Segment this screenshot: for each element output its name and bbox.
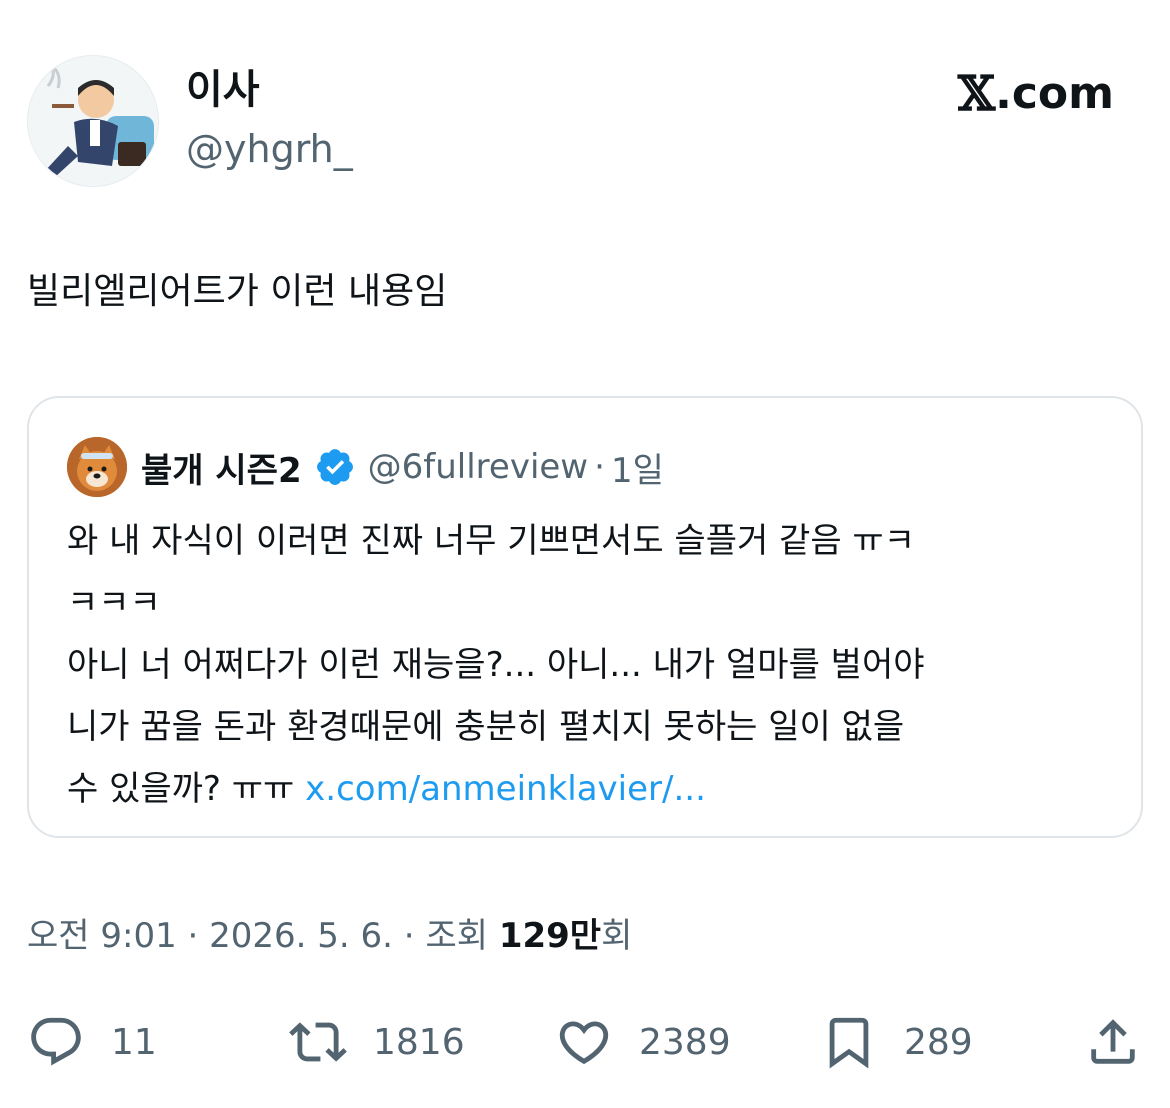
avatar-illustration xyxy=(28,56,158,186)
tweet-text: 빌리엘리어트가 이런 내용임 xyxy=(27,271,448,312)
verified-badge-icon xyxy=(316,449,353,485)
views-label: 조회 xyxy=(425,916,499,956)
like-count: 2389 xyxy=(639,1021,731,1063)
quote-text-last-line: 수 있을까? ㅠㅠ x.com/anmeinklavier/... xyxy=(67,758,1117,820)
author-name[interactable]: 이사 xyxy=(186,64,260,116)
bookmark-button[interactable]: 289 xyxy=(820,1008,973,1076)
retweet-count: 1816 xyxy=(373,1021,465,1063)
meta-separator: · xyxy=(393,916,426,956)
x-logo-icon: 𝕏 xyxy=(957,66,996,122)
quoted-tweet-card[interactable]: 불개 시즌2 @6fullreview · 1일 와 내 자식이 이러면 진짜 … xyxy=(27,396,1143,838)
like-button[interactable]: 2389 xyxy=(555,1008,731,1076)
retweet-icon xyxy=(289,1022,347,1062)
author-avatar[interactable] xyxy=(27,55,159,187)
quote-timestamp[interactable]: 1일 xyxy=(611,443,664,492)
share-button[interactable] xyxy=(1084,1008,1142,1076)
heart-icon xyxy=(559,1021,609,1065)
tweet-time[interactable]: 오전 9:01 xyxy=(27,916,177,956)
quote-text-line: 니가 꿈을 돈과 환경때문에 충분히 펼치지 못하는 일이 없을 xyxy=(67,707,905,747)
quote-text-line: 와 내 자식이 이러면 진짜 너무 기쁘면서도 슬플거 같음 ㅠㅋ xyxy=(67,521,915,561)
quote-header: 불개 시즌2 @6fullreview · 1일 xyxy=(141,438,664,496)
views-count: 129만 xyxy=(498,916,602,956)
quote-link[interactable]: x.com/anmeinklavier/... xyxy=(305,769,706,809)
views-suffix: 회 xyxy=(601,916,633,956)
action-bar: 11 1816 2389 289 xyxy=(0,1008,1170,1076)
quote-separator: · xyxy=(594,447,605,487)
brand-domain: .com xyxy=(995,68,1114,119)
share-icon xyxy=(1091,1019,1135,1064)
reply-button[interactable]: 11 xyxy=(27,1008,157,1076)
quote-text-line: ㅋㅋㅋ xyxy=(67,583,161,623)
reply-count: 11 xyxy=(111,1021,157,1063)
bookmark-count: 289 xyxy=(904,1021,973,1063)
quote-author-handle[interactable]: @6fullreview xyxy=(368,447,589,487)
dog-avatar-illustration xyxy=(67,437,127,497)
retweet-button[interactable]: 1816 xyxy=(289,1008,465,1076)
quote-author-name[interactable]: 불개 시즌2 xyxy=(141,443,302,492)
bookmark-icon xyxy=(829,1017,869,1069)
author-handle[interactable]: @yhgrh_ xyxy=(186,124,353,174)
meta-separator: · xyxy=(176,916,210,956)
reply-icon xyxy=(31,1017,81,1066)
tweet-meta: 오전 9:01 · 2026. 5. 6. · 조회 129만회 xyxy=(27,908,632,964)
quote-text-line: 아니 너 어쩌다가 이런 재능을?... 아니... 내가 얼마를 벌어야 xyxy=(67,645,925,685)
x-brand-logo: 𝕏 .com xyxy=(958,66,1114,122)
tweet-date[interactable]: 2026. 5. 6. xyxy=(209,916,393,956)
quote-body: 와 내 자식이 이러면 진짜 너무 기쁘면서도 슬플거 같음 ㅠㅋ ㅋㅋㅋ 아니… xyxy=(67,510,1117,820)
quote-text-line-end: 수 있을까? ㅠㅠ xyxy=(67,769,306,809)
quote-author-avatar[interactable] xyxy=(67,437,127,497)
